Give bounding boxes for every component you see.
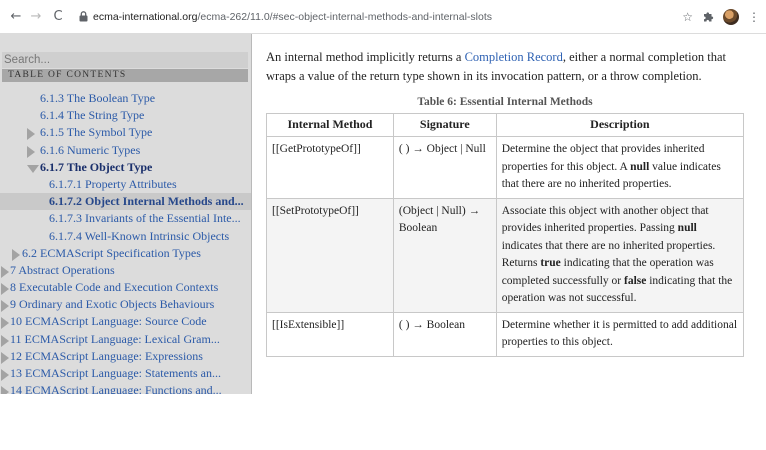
- collapse-triangle-icon[interactable]: [1, 300, 9, 313]
- toc-item-label: 6.1.7 The Object Type: [40, 159, 153, 174]
- search-input[interactable]: Search...: [2, 52, 248, 68]
- table-row: [[GetPrototypeOf]]( ) → Object | Null Det…: [266, 136, 745, 199]
- toolbar-actions: ☆ ⋮: [682, 0, 760, 34]
- toc-item-label: 6.1.6 Numeric Types: [40, 142, 141, 157]
- collapse-triangle-icon[interactable]: [27, 145, 35, 158]
- browser-toolbar: ← → C ecma-international.org/ecma-262/11…: [0, 0, 766, 34]
- collapse-triangle-icon[interactable]: [1, 369, 9, 381]
- intro-paragraph: An internal method implicitly returns a …: [266, 48, 756, 86]
- toc-list: 6.1.3 The Boolean Type 6.1.4 The String T…: [0, 90, 251, 394]
- spec-content: An internal method implicitly returns a …: [265, 34, 760, 394]
- toc-item-label: 6.1.7.3 Invariants of the Essential Inte…: [49, 211, 241, 226]
- signature-cell: ( ) → Object | Null: [392, 136, 497, 199]
- address-bar[interactable]: ecma-international.org/ecma-262/11.0/#se…: [76, 5, 636, 29]
- column-header-signature: Signature: [392, 113, 497, 137]
- toc-item-label: 10 ECMAScript Language: Source Code: [10, 314, 207, 329]
- toc-item-label: 9 Ordinary and Exotic Objects Behaviours: [10, 297, 215, 312]
- toc-item[interactable]: 6.1.7.2 Object Internal Methods and...: [0, 193, 251, 211]
- toc-item[interactable]: 6.1.7.3 Invariants of the Essential Inte…: [0, 210, 251, 227]
- star-icon[interactable]: ☆: [682, 10, 693, 24]
- toc-item[interactable]: 6.1.6 Numeric Types: [0, 142, 251, 159]
- toc-item-label: 7 Abstract Operations: [10, 262, 115, 277]
- toc-heading: TABLE OF CONTENTS: [2, 69, 248, 82]
- toc-item[interactable]: 7 Abstract Operations: [0, 262, 251, 279]
- back-button[interactable]: ←: [6, 6, 26, 28]
- toc-item[interactable]: 14 ECMAScript Language: Functions and...: [0, 382, 251, 394]
- extensions-puzzle-icon[interactable]: [702, 11, 714, 23]
- toc-item-label: 6.1.4 The String Type: [40, 108, 145, 123]
- toc-item[interactable]: 9 Ordinary and Exotic Objects Behaviours: [0, 296, 251, 313]
- column-header-description: Description: [495, 113, 745, 137]
- expand-triangle-icon[interactable]: [27, 164, 39, 173]
- collapse-triangle-icon[interactable]: [12, 248, 20, 261]
- essential-internal-methods-table: Internal Method Signature Description [[…: [266, 113, 745, 357]
- description-text: Determine whether it is permitted to add…: [501, 318, 738, 349]
- toc-item[interactable]: 12 ECMAScript Language: Expressions: [0, 348, 251, 365]
- toc-item-label: 14 ECMAScript Language: Functions and...: [10, 383, 222, 394]
- forward-button[interactable]: →: [26, 6, 46, 28]
- collapse-triangle-icon[interactable]: [1, 317, 9, 330]
- intro-text: An internal method implicitly returns a: [266, 50, 465, 64]
- completion-record-link[interactable]: Completion Record: [465, 50, 563, 64]
- description-cell: Associate this object with another objec…: [495, 197, 745, 313]
- table-caption: Table 6: Essential Internal Methods: [417, 96, 593, 108]
- toc-item-label: 6.2 ECMAScript Specification Types: [22, 245, 201, 260]
- profile-avatar[interactable]: [723, 9, 739, 25]
- table-row: [[SetPrototypeOf]] (Object | Null) → Bool…: [266, 197, 745, 313]
- toc-item[interactable]: 6.1.7.4 Well-Known Intrinsic Objects: [0, 228, 251, 245]
- toc-sidebar: Search... TABLE OF CONTENTS 6.1.3 The Bo…: [0, 34, 252, 394]
- toc-item-label: 6.1.7.4 Well-Known Intrinsic Objects: [49, 228, 230, 243]
- toc-item[interactable]: 13 ECMAScript Language: Statements an...: [0, 365, 251, 382]
- description-keyword: null: [677, 222, 697, 234]
- reload-button[interactable]: C: [48, 6, 68, 28]
- toc-item[interactable]: 6.1.4 The String Type: [0, 107, 251, 124]
- toc-item[interactable]: 8 Executable Code and Execution Contexts: [0, 279, 251, 296]
- kebab-menu-icon[interactable]: ⋮: [748, 10, 760, 24]
- toc-item-label: 12 ECMAScript Language: Expressions: [10, 348, 203, 363]
- url-path: /ecma-262/11.0/#sec-object-internal-meth…: [197, 10, 493, 23]
- column-header-internal-method: Internal Method: [266, 113, 394, 137]
- toc-item[interactable]: 10 ECMAScript Language: Source Code: [0, 313, 251, 330]
- toc-item-label: 13 ECMAScript Language: Statements an...: [10, 366, 221, 380]
- description-keyword: true: [540, 257, 561, 269]
- signature-cell: (Object | Null) → Boolean: [392, 197, 497, 313]
- toc-item-label: 6.1.7.1 Property Attributes: [49, 176, 177, 191]
- description-keyword: false: [624, 274, 647, 287]
- collapse-triangle-icon[interactable]: [1, 283, 9, 296]
- internal-method-cell: [[GetPrototypeOf]]: [266, 136, 394, 199]
- table-row: [[IsExtensible]]( ) → Boolean Determine w…: [266, 311, 745, 357]
- collapse-triangle-icon[interactable]: [1, 386, 9, 394]
- description-cell: Determine the object that provides inher…: [495, 136, 745, 199]
- toc-item-label: 6.1.3 The Boolean Type: [40, 91, 156, 105]
- description-cell: Determine whether it is permitted to add…: [495, 311, 745, 357]
- toc-item[interactable]: 6.1.5 The Symbol Type: [0, 124, 251, 141]
- internal-method-cell: [[SetPrototypeOf]]: [266, 197, 394, 313]
- signature-cell: ( ) → Boolean: [392, 311, 497, 357]
- toc-item-label: 6.1.7.2 Object Internal Methods and...: [49, 194, 244, 209]
- collapse-triangle-icon[interactable]: [27, 128, 35, 141]
- toc-item-label: 11 ECMAScript Language: Lexical Gram...: [10, 331, 220, 346]
- internal-method-cell: [[IsExtensible]]: [266, 311, 394, 357]
- toc-item-label: 6.1.5 The Symbol Type: [40, 125, 153, 140]
- collapse-triangle-icon[interactable]: [1, 351, 9, 364]
- toc-item[interactable]: 11 ECMAScript Language: Lexical Gram...: [0, 331, 251, 348]
- toc-item[interactable]: 6.1.7.1 Property Attributes: [0, 176, 251, 193]
- toc-item[interactable]: 6.1.3 The Boolean Type: [0, 90, 251, 107]
- description-keyword: null: [630, 160, 650, 173]
- toc-item-label: 8 Executable Code and Execution Contexts: [10, 280, 219, 295]
- toc-item[interactable]: 6.2 ECMAScript Specification Types: [0, 245, 251, 262]
- collapse-triangle-icon[interactable]: [1, 334, 9, 347]
- lock-icon[interactable]: [76, 11, 90, 22]
- toc-item[interactable]: 6.1.7 The Object Type: [0, 159, 251, 176]
- url-host: ecma-international.org: [93, 10, 198, 23]
- collapse-triangle-icon[interactable]: [1, 265, 9, 278]
